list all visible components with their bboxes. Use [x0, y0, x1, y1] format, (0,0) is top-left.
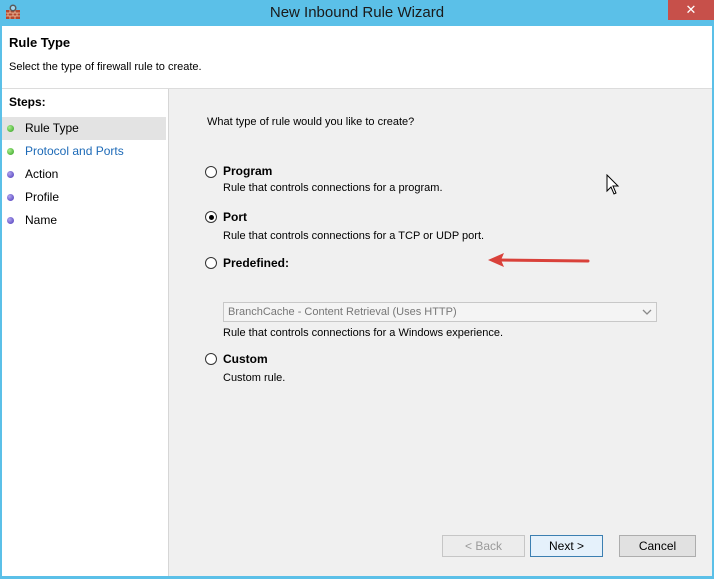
custom-option-label[interactable]: Custom	[223, 352, 268, 366]
program-option-label[interactable]: Program	[223, 164, 272, 178]
steps-title: Steps:	[9, 95, 46, 109]
step-complete-bullet-icon	[7, 148, 14, 155]
step-pending-bullet-icon	[7, 194, 14, 201]
custom-option-description: Custom rule.	[223, 372, 286, 384]
step-label: Rule Type	[25, 121, 79, 135]
program-option-description: Rule that controls connections for a pro…	[223, 182, 443, 194]
step-profile: Profile	[2, 186, 166, 209]
annotation-arrow-icon	[488, 253, 590, 267]
step-label: Name	[25, 213, 58, 227]
step-pending-bullet-icon	[7, 171, 14, 178]
title-bar[interactable]: New Inbound Rule Wizard ✕	[0, 0, 714, 26]
mouse-cursor-icon	[606, 174, 620, 195]
step-rule-type[interactable]: Rule Type	[2, 117, 166, 140]
predefined-option-description: Rule that controls connections for a Win…	[223, 327, 504, 339]
cancel-button[interactable]: Cancel	[619, 535, 696, 557]
step-label: Protocol and Ports	[25, 144, 124, 158]
step-action: Action	[2, 163, 166, 186]
chevron-down-icon	[642, 309, 652, 315]
step-label: Profile	[25, 190, 60, 204]
next-button[interactable]: Next >	[530, 535, 603, 557]
step-protocol-and-ports[interactable]: Protocol and Ports	[2, 140, 166, 163]
predefined-rule-select[interactable]: BranchCache - Content Retrieval (Uses HT…	[223, 302, 657, 322]
predefined-radio[interactable]	[205, 257, 217, 269]
step-name: Name	[2, 209, 166, 232]
close-button[interactable]: ✕	[668, 0, 714, 20]
custom-radio[interactable]	[205, 353, 217, 365]
step-complete-bullet-icon	[7, 125, 14, 132]
port-option-label[interactable]: Port	[223, 210, 247, 224]
wizard-client-area: Rule Type Select the type of firewall ru…	[2, 26, 712, 576]
window-title: New Inbound Rule Wizard	[269, 4, 445, 21]
step-pending-bullet-icon	[7, 217, 14, 224]
predefined-option-label[interactable]: Predefined:	[223, 256, 289, 270]
back-button[interactable]: < Back	[442, 535, 525, 557]
program-radio[interactable]	[205, 166, 217, 178]
port-radio[interactable]	[205, 211, 217, 223]
page-subtitle: Select the type of firewall rule to crea…	[9, 61, 202, 73]
steps-panel: Steps: Rule Type Protocol and Ports Acti…	[2, 89, 169, 576]
step-label: Action	[25, 167, 59, 181]
page-title: Rule Type	[9, 35, 71, 50]
content-panel: What type of rule would you like to crea…	[170, 89, 712, 576]
wizard-header: Rule Type Select the type of firewall ru…	[2, 26, 712, 89]
wizard-window: New Inbound Rule Wizard ✕ Rule Type Sele…	[0, 0, 714, 579]
predefined-select-value: BranchCache - Content Retrieval (Uses HT…	[228, 306, 457, 318]
port-option-description: Rule that controls connections for a TCP…	[223, 230, 485, 242]
rule-type-question: What type of rule would you like to crea…	[207, 116, 415, 128]
